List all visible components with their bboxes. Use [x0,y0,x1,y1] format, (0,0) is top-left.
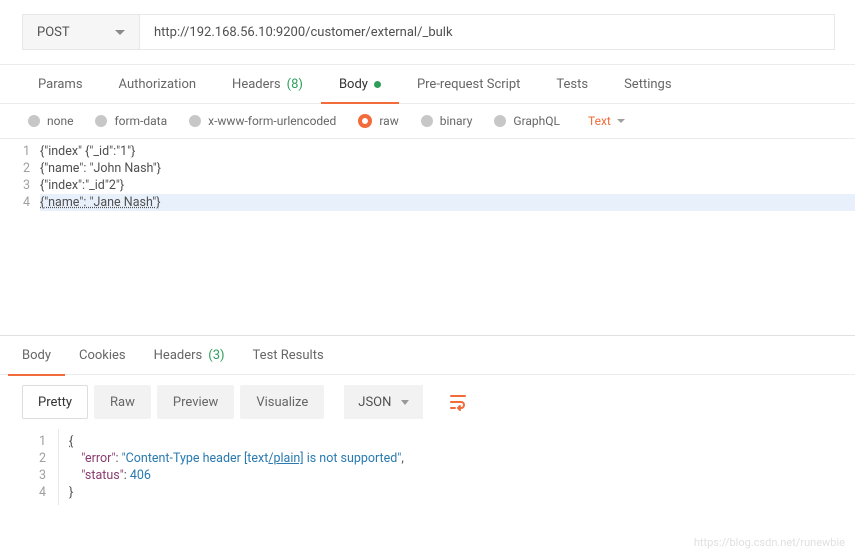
code-line: {"name": "John Nash"} [40,160,855,177]
body-modified-indicator-icon [374,81,381,88]
http-method-select[interactable]: POST [22,14,140,50]
radio-formdata[interactable]: form-data [95,114,167,128]
response-format-dropdown[interactable]: JSON [344,385,423,419]
resp-line: "error": "Content-Type header [text/plai… [69,450,855,467]
body-type-radios: none form-data x-www-form-urlencoded raw… [0,103,855,138]
wrap-lines-button[interactable] [441,385,475,419]
radio-graphql[interactable]: GraphQL [494,114,560,128]
radio-raw[interactable]: raw [358,114,398,128]
resp-tab-headers[interactable]: Headers (3) [140,335,239,375]
chevron-down-icon [617,119,625,123]
code-line: {"index" {"_id":"1"} [40,143,855,160]
radio-icon [95,115,107,127]
request-tabs: Params Authorization Headers (8) Body Pr… [0,65,855,103]
view-preview-button[interactable]: Preview [157,385,234,419]
tab-tests[interactable]: Tests [538,65,606,103]
url-input[interactable] [140,14,835,50]
radio-icon [421,115,433,127]
radio-none[interactable]: none [28,114,73,128]
code-line: {"name": "Jane Nash"} [40,195,160,210]
resp-line: "status": 406 [69,467,855,484]
response-body-viewer[interactable]: 1234 { "error": "Content-Type header [te… [0,429,855,505]
tab-params[interactable]: Params [20,65,101,103]
request-body-editor[interactable]: 1234 {"index" {"_id":"1"} {"name": "John… [0,138,855,215]
http-method-value: POST [37,25,70,40]
resp-tab-body[interactable]: Body [8,335,65,375]
tab-prerequest[interactable]: Pre-request Script [399,65,538,103]
code-line: {"index":"_id"2"} [40,177,855,194]
view-visualize-button[interactable]: Visualize [240,385,324,419]
response-tabs: Body Cookies Headers (3) Test Results [0,335,855,375]
line-gutter: 1234 [0,139,40,215]
tab-authorization[interactable]: Authorization [101,65,215,103]
resp-line-gutter: 1234 [18,429,58,505]
resp-tab-cookies[interactable]: Cookies [65,335,140,375]
resp-lines: { "error": "Content-Type header [text/pl… [58,429,855,505]
tab-settings[interactable]: Settings [606,65,689,103]
response-toolbar: Pretty Raw Preview Visualize JSON [0,375,855,429]
radio-xwww[interactable]: x-www-form-urlencoded [189,114,336,128]
request-bar: POST [0,0,855,65]
radio-binary[interactable]: binary [421,114,473,128]
code-lines: {"index" {"_id":"1"} {"name": "John Nash… [40,139,855,215]
radio-icon [189,115,201,127]
view-pretty-button[interactable]: Pretty [22,385,88,419]
chevron-down-icon [115,30,125,35]
view-raw-button[interactable]: Raw [94,385,151,419]
radio-icon [28,115,40,127]
tab-body[interactable]: Body [321,65,399,103]
headers-count: (8) [287,77,303,92]
chevron-down-icon [401,400,409,405]
resp-line: { [69,433,855,450]
wrap-icon [448,392,468,412]
watermark: https://blog.csdn.net/runewbie [694,536,845,549]
resp-headers-count: (3) [208,348,224,363]
resp-line: } [69,484,855,501]
tab-headers[interactable]: Headers (8) [214,65,321,103]
body-format-dropdown[interactable]: Text [588,114,625,128]
radio-checked-icon [358,114,372,128]
radio-icon [494,115,506,127]
resp-tab-testresults[interactable]: Test Results [239,335,338,375]
